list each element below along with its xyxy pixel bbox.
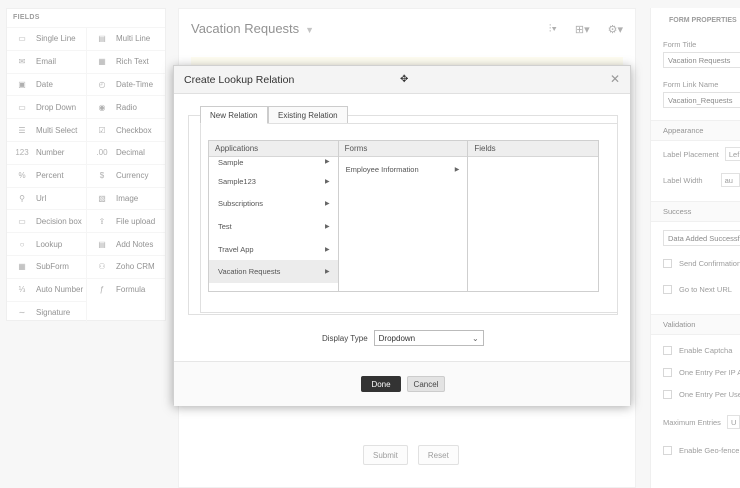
applications-list: Sample ▶ Sample123 ▶ Subscriptions ▶ Test ▶ Trav… bbox=[209, 157, 338, 283]
display-type-row: Display Type Dropdown ⌄ bbox=[322, 330, 484, 346]
forms-header: Forms bbox=[338, 141, 468, 157]
applications-column: Applications Sample ▶ Sample123 ▶ Subscripti… bbox=[209, 141, 339, 291]
chevron-right-icon: ▶ bbox=[325, 178, 330, 185]
forms-list: Employee Information ▶ bbox=[339, 160, 468, 178]
application-name: Sample bbox=[218, 158, 244, 167]
chevron-right-icon: ▶ bbox=[325, 201, 330, 208]
application-item[interactable]: Sample ▶ bbox=[209, 157, 338, 170]
application-name: Test bbox=[218, 221, 232, 231]
display-type-label: Display Type bbox=[322, 333, 368, 343]
application-item[interactable]: Travel App ▶ bbox=[209, 238, 338, 261]
application-item[interactable]: Test ▶ bbox=[209, 215, 338, 238]
display-type-select[interactable]: Dropdown ⌄ bbox=[373, 330, 484, 346]
fields-column: Fields bbox=[468, 141, 599, 291]
done-button[interactable]: Done bbox=[361, 376, 401, 392]
tab-existing-relation[interactable]: Existing Relation bbox=[268, 106, 348, 124]
display-type-value: Dropdown bbox=[378, 333, 416, 343]
chevron-right-icon: ▶ bbox=[325, 223, 330, 230]
application-name: Sample123 bbox=[218, 176, 256, 186]
lookup-relation-dialog: Create Lookup Relation ✥ ✕ New Relation … bbox=[173, 65, 631, 406]
chevron-right-icon: ▶ bbox=[325, 269, 330, 276]
application-item[interactable]: Subscriptions ▶ bbox=[209, 193, 338, 216]
close-icon[interactable]: ✕ bbox=[610, 72, 620, 86]
move-cursor-icon: ✥ bbox=[400, 74, 409, 85]
application-name: Travel App bbox=[218, 244, 254, 254]
chevron-down-icon: ⌄ bbox=[471, 333, 479, 343]
dialog-title: Create Lookup Relation bbox=[184, 74, 295, 86]
dialog-titlebar[interactable]: Create Lookup Relation ✥ ✕ bbox=[174, 66, 630, 94]
application-item[interactable]: Vacation Requests ▶ bbox=[209, 260, 338, 283]
chevron-right-icon: ▶ bbox=[454, 166, 460, 173]
tab-new-relation[interactable]: New Relation bbox=[200, 106, 268, 124]
chevron-right-icon: ▶ bbox=[325, 246, 330, 253]
application-name: Subscriptions bbox=[218, 199, 264, 209]
form-name: Employee Information bbox=[345, 164, 419, 174]
dialog-footer: Done Cancel bbox=[174, 361, 630, 406]
relation-columns: Applications Sample ▶ Sample123 ▶ Subscripti… bbox=[208, 140, 599, 292]
application-name: Vacation Requests bbox=[218, 267, 281, 277]
form-item[interactable]: Employee Information ▶ bbox=[339, 160, 468, 178]
fields-column-header: Fields bbox=[468, 141, 599, 157]
chevron-right-icon: ▶ bbox=[325, 159, 330, 165]
application-item[interactable]: Sample123 ▶ bbox=[209, 170, 338, 193]
cancel-button[interactable]: Cancel bbox=[407, 376, 445, 392]
forms-column: Forms Employee Information ▶ bbox=[338, 141, 469, 291]
applications-header: Applications bbox=[209, 141, 338, 157]
